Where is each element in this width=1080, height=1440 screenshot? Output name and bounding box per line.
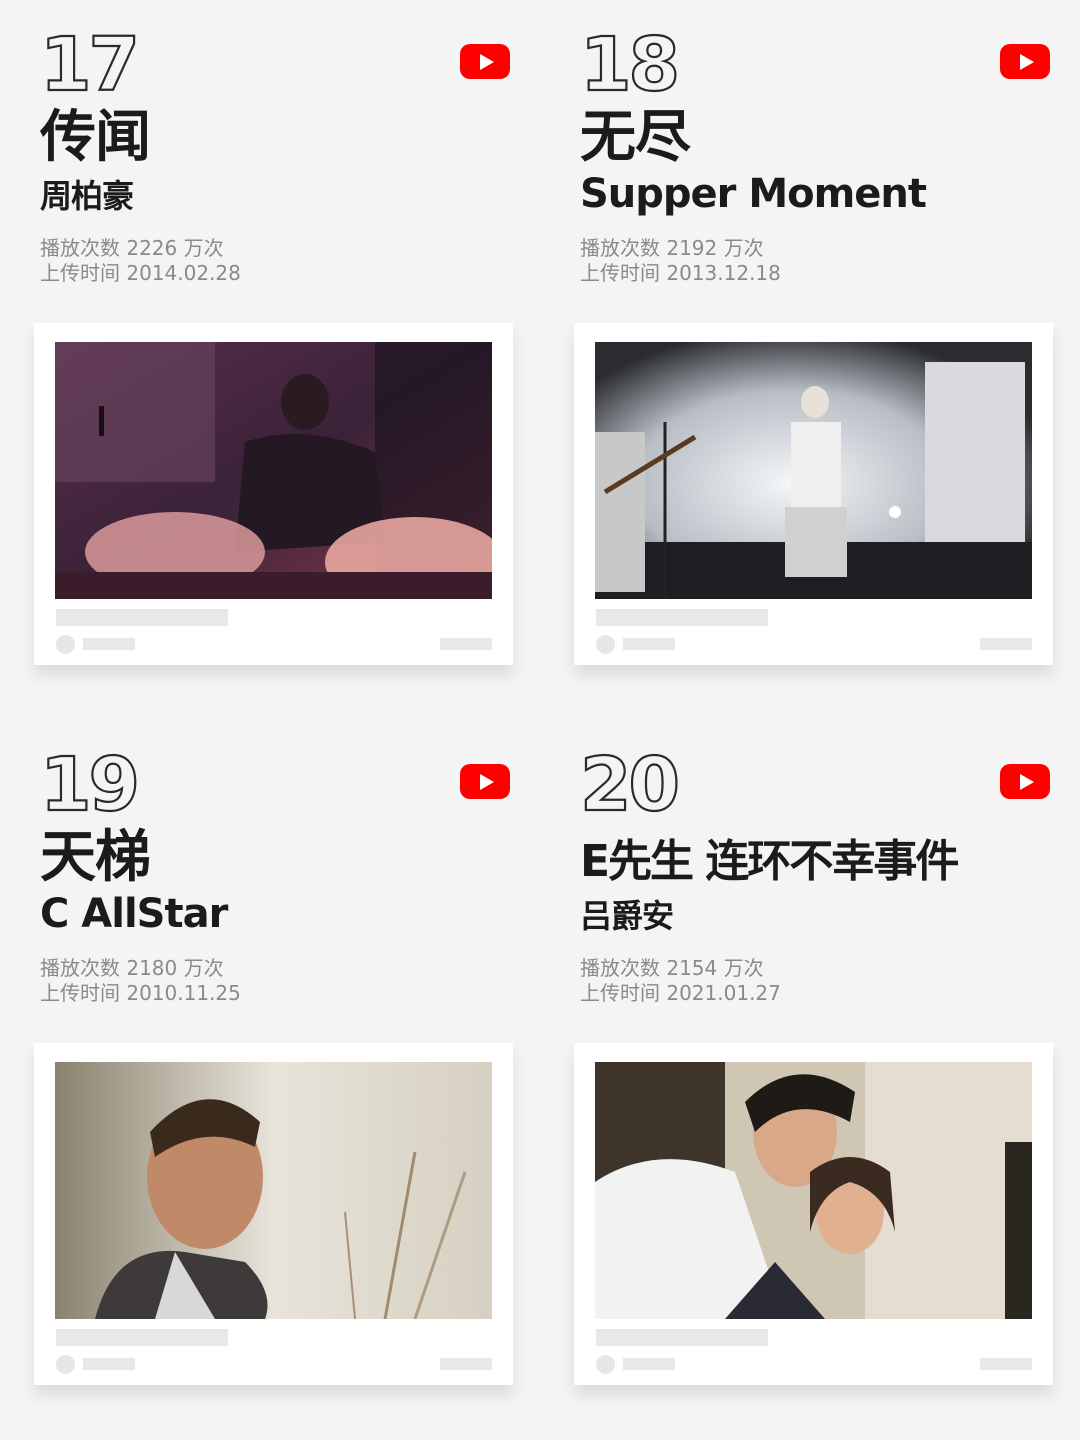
placeholder-avatar [56, 635, 75, 654]
play-count-row: 播放次数 2180 万次 [40, 956, 241, 981]
placeholder-title-bar [596, 609, 768, 626]
upload-date-label: 上传时间 [40, 981, 120, 1005]
upload-date-value: 2014.02.28 [126, 261, 241, 285]
placeholder-title-bar [56, 609, 228, 626]
rank-number: 18 [579, 22, 681, 108]
video-stats: 播放次数 2192 万次 上传时间 2013.12.18 [580, 236, 781, 286]
upload-date-row: 上传时间 2021.01.27 [580, 981, 781, 1006]
video-thumbnail[interactable] [55, 1062, 492, 1319]
rank-number: 19 [39, 742, 141, 828]
placeholder-title-bar [56, 1329, 228, 1346]
youtube-icon[interactable] [1000, 764, 1050, 799]
placeholder-channel-bar [83, 1358, 135, 1370]
song-title: 传闻 [40, 105, 151, 170]
upload-date-value: 2021.01.27 [666, 981, 781, 1005]
upload-date-label: 上传时间 [580, 261, 660, 285]
placeholder-meta-bar [980, 1358, 1032, 1370]
play-count-row: 播放次数 2192 万次 [580, 236, 781, 261]
play-count-label: 播放次数 [580, 236, 660, 260]
placeholder-meta-bar [980, 638, 1032, 650]
upload-date-row: 上传时间 2010.11.25 [40, 981, 241, 1006]
placeholder-avatar [596, 1355, 615, 1374]
song-title: 天梯 [40, 825, 151, 890]
video-entry-20: 20 E先生 连环不幸事件 吕爵安 播放次数 2154 万次 上传时间 2021… [540, 720, 1080, 1440]
video-card[interactable] [574, 1043, 1053, 1385]
play-count-value: 2180 万次 [126, 956, 224, 980]
song-title: 无尽 [580, 105, 691, 170]
video-card[interactable] [34, 323, 513, 665]
video-thumbnail[interactable] [595, 1062, 1032, 1319]
placeholder-title-bar [596, 1329, 768, 1346]
rank-number: 20 [579, 742, 681, 828]
play-count-row: 播放次数 2226 万次 [40, 236, 241, 261]
upload-date-label: 上传时间 [40, 261, 120, 285]
video-stats: 播放次数 2154 万次 上传时间 2021.01.27 [580, 956, 781, 1006]
rank-number: 17 [39, 22, 141, 108]
upload-date-row: 上传时间 2014.02.28 [40, 261, 241, 286]
youtube-icon[interactable] [460, 44, 510, 79]
song-title: E先生 连环不幸事件 [580, 836, 959, 887]
video-thumbnail[interactable] [55, 342, 492, 599]
play-count-row: 播放次数 2154 万次 [580, 956, 781, 981]
video-entry-18: 18 无尽 Supper Moment 播放次数 2192 万次 上传时间 20… [540, 0, 1080, 720]
video-entry-19: 19 天梯 C AllStar 播放次数 2180 万次 上传时间 2010.1… [0, 720, 540, 1440]
play-count-value: 2154 万次 [666, 956, 764, 980]
play-count-label: 播放次数 [580, 956, 660, 980]
artist-name: 吕爵安 [580, 897, 674, 935]
placeholder-avatar [56, 1355, 75, 1374]
upload-date-value: 2010.11.25 [126, 981, 241, 1005]
play-count-value: 2226 万次 [126, 236, 224, 260]
placeholder-meta-bar [440, 1358, 492, 1370]
placeholder-avatar [596, 635, 615, 654]
play-count-label: 播放次数 [40, 956, 120, 980]
video-entry-17: 17 传闻 周柏豪 播放次数 2226 万次 上传时间 2014.02.28 [0, 0, 540, 720]
upload-date-row: 上传时间 2013.12.18 [580, 261, 781, 286]
video-card[interactable] [34, 1043, 513, 1385]
upload-date-label: 上传时间 [580, 981, 660, 1005]
artist-name: Supper Moment [580, 171, 927, 217]
artist-name: 周柏豪 [40, 177, 134, 215]
placeholder-meta-bar [440, 638, 492, 650]
upload-date-value: 2013.12.18 [666, 261, 781, 285]
youtube-icon[interactable] [460, 764, 510, 799]
video-stats: 播放次数 2226 万次 上传时间 2014.02.28 [40, 236, 241, 286]
play-count-value: 2192 万次 [666, 236, 764, 260]
placeholder-channel-bar [83, 638, 135, 650]
placeholder-channel-bar [623, 1358, 675, 1370]
youtube-icon[interactable] [1000, 44, 1050, 79]
video-thumbnail[interactable] [595, 342, 1032, 599]
placeholder-channel-bar [623, 638, 675, 650]
video-stats: 播放次数 2180 万次 上传时间 2010.11.25 [40, 956, 241, 1006]
play-count-label: 播放次数 [40, 236, 120, 260]
artist-name: C AllStar [40, 891, 228, 937]
video-card[interactable] [574, 323, 1053, 665]
